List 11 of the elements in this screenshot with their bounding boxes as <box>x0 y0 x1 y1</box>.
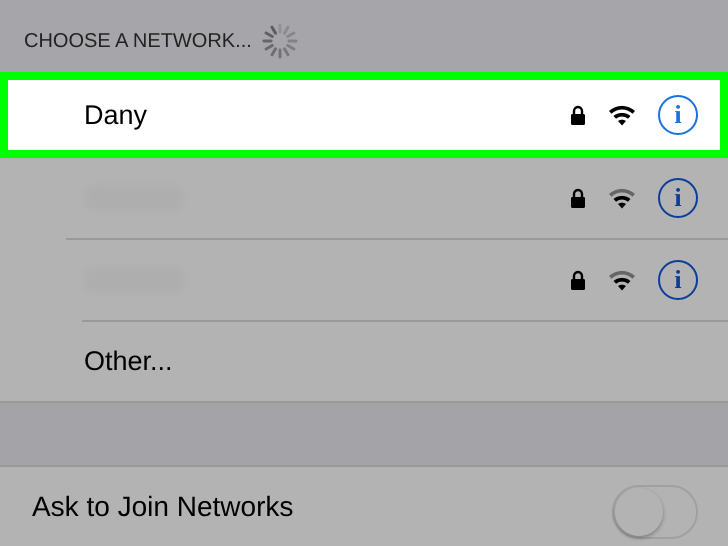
info-button[interactable]: i <box>658 260 698 300</box>
info-button[interactable]: i <box>658 95 698 135</box>
setting-label: Ask to Join Networks <box>32 491 294 523</box>
wifi-icon <box>608 269 636 291</box>
highlighted-network-row[interactable]: Dany i <box>0 72 728 158</box>
wifi-icon <box>608 187 636 209</box>
info-button[interactable]: i <box>658 178 698 218</box>
other-network-option[interactable]: Other... <box>84 346 173 377</box>
network-name: Dany <box>84 100 148 130</box>
wifi-icon <box>608 104 636 126</box>
section-header: CHOOSE A NETWORK... <box>24 30 252 52</box>
